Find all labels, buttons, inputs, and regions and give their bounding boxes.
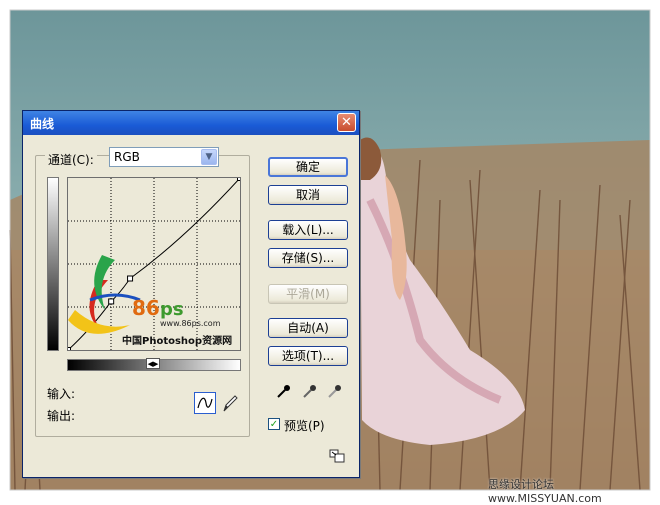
channel-label: 通道(C):	[45, 151, 97, 168]
output-gradient-bar	[47, 177, 59, 351]
cancel-button[interactable]: 取消	[268, 185, 348, 205]
titlebar[interactable]: 曲线 ✕	[23, 111, 359, 135]
watermark-cn-text: 中国Photoshop资源网	[122, 334, 232, 347]
eyedropper-gray-icon[interactable]	[302, 383, 318, 399]
auto-button[interactable]: 自动(A)	[268, 318, 348, 338]
output-label: 输出:	[47, 409, 76, 423]
curve-point-3[interactable]	[237, 177, 242, 181]
watermark-logo: 86 ps www.86ps.com 中国Photoshop资源网	[68, 255, 232, 347]
close-icon[interactable]: ✕	[337, 113, 356, 132]
load-button[interactable]: 载入(L)...	[268, 220, 348, 240]
gradient-toggle-icon[interactable]: ◀▶	[146, 358, 160, 369]
ok-button[interactable]: 确定	[268, 157, 348, 177]
pencil-icon[interactable]	[220, 392, 240, 414]
save-button[interactable]: 存储(S)...	[268, 248, 348, 268]
preview-label[interactable]: 预览(P)	[284, 417, 325, 434]
channel-select[interactable]: RGB ▼	[109, 147, 219, 167]
input-label: 输入:	[47, 387, 76, 401]
dialog-title: 曲线	[30, 117, 55, 131]
eyedropper-white-icon[interactable]	[327, 383, 343, 399]
options-button[interactable]: 选项(T)...	[268, 346, 348, 366]
chevron-down-icon[interactable]: ▼	[201, 149, 217, 165]
resize-icon[interactable]	[329, 449, 345, 463]
smooth-button[interactable]: 平滑(M)	[268, 284, 348, 304]
watermark-suffix: ps	[160, 299, 184, 320]
preview-checkbox[interactable]: ✓	[268, 418, 280, 430]
eyedropper-black-icon[interactable]	[276, 383, 292, 399]
watermark-url: www.86ps.com	[160, 319, 221, 328]
curve-tool-icon[interactable]	[194, 392, 216, 414]
channel-value: RGB	[114, 150, 140, 164]
site-watermark: 思缘设计论坛 www.MISSYUAN.com	[488, 478, 602, 505]
watermark-number: 86	[132, 296, 160, 320]
